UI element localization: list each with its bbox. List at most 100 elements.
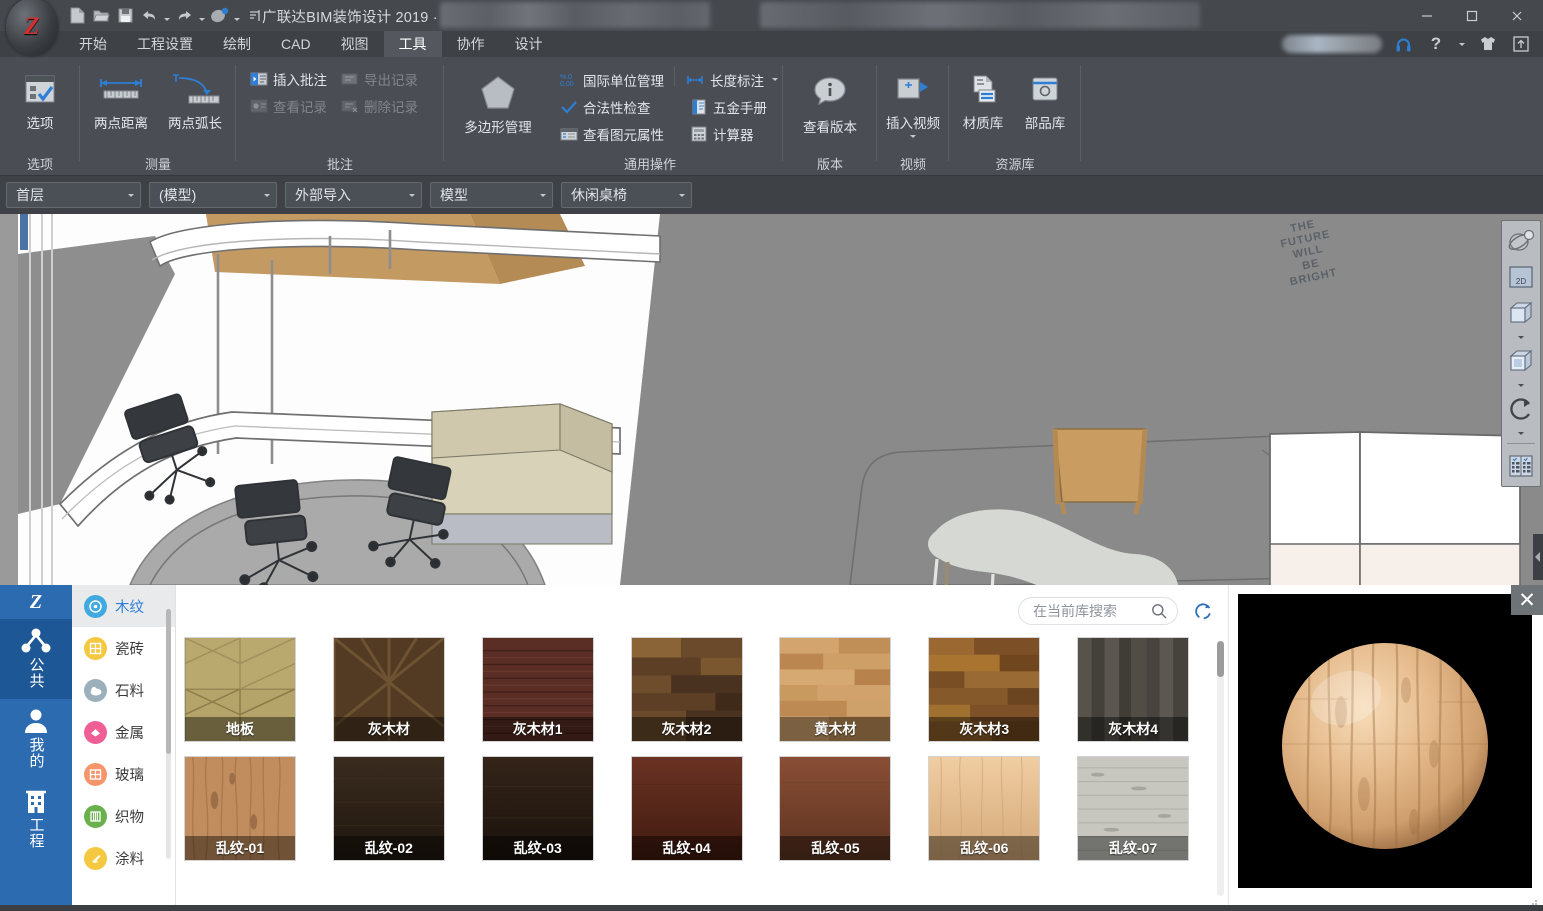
category-wood-label: 木纹	[115, 596, 144, 617]
rail-public[interactable]: 公共	[0, 619, 72, 699]
material-library-button[interactable]: 材质库	[953, 67, 1013, 132]
chevron-down-icon	[264, 194, 270, 197]
unit-manage-button[interactable]: %.00.00 国际单位管理	[556, 67, 668, 92]
undo-icon[interactable]	[138, 5, 160, 26]
open-file-icon[interactable]	[90, 5, 112, 26]
chevron-down-icon[interactable]	[772, 78, 778, 81]
material-swatch[interactable]: 地板	[184, 637, 296, 742]
preview-canvas[interactable]	[1238, 594, 1532, 888]
hardware-manual-button[interactable]: 五金手册	[686, 94, 771, 119]
material-swatch[interactable]: 乱纹-04	[631, 756, 743, 861]
material-swatch[interactable]: 灰木材1	[482, 637, 594, 742]
search-icon[interactable]	[1151, 603, 1167, 619]
category-stone[interactable]: 石料	[72, 669, 175, 711]
chevron-down-icon[interactable]	[1504, 380, 1538, 390]
view-version-button[interactable]: 查看版本	[789, 67, 871, 136]
material-swatch[interactable]: 乱纹-02	[333, 756, 445, 861]
redo-icon[interactable]	[173, 5, 195, 26]
close-button[interactable]	[1494, 0, 1539, 31]
material-swatch[interactable]: 乱纹-07	[1077, 756, 1189, 861]
render-settings-icon[interactable]	[1504, 449, 1538, 483]
material-swatch[interactable]: 乱纹-06	[928, 756, 1040, 861]
rail-project[interactable]: 工程	[0, 779, 72, 859]
options-button[interactable]: 选项	[9, 65, 71, 132]
rail-mine[interactable]: 我的	[0, 699, 72, 779]
source-select[interactable]: 外部导入	[285, 182, 422, 208]
panel-collapse-handle[interactable]	[1533, 534, 1543, 580]
model-viewport[interactable]: THE FUTURE WILL BE BRIGHT 2D	[0, 214, 1543, 585]
two-point-arc-button[interactable]: 两点弧长	[160, 65, 230, 132]
help-dropdown-icon[interactable]	[1457, 33, 1467, 55]
category-tile[interactable]: 瓷砖	[72, 627, 175, 669]
tab-tools[interactable]: 工具	[384, 31, 442, 57]
new-file-icon[interactable]	[66, 5, 88, 26]
shirt-icon[interactable]	[1476, 33, 1500, 55]
maximize-button[interactable]	[1449, 0, 1494, 31]
undo-dropdown[interactable]	[162, 6, 171, 26]
redo-dropdown[interactable]	[197, 6, 206, 26]
refresh-icon[interactable]	[1192, 600, 1214, 622]
insert-comment-button[interactable]: 插入批注	[246, 66, 331, 91]
view-record-button[interactable]: 查看记录	[246, 93, 331, 118]
chevron-down-icon[interactable]	[1504, 332, 1538, 342]
view-2d-icon[interactable]: 2D	[1504, 260, 1538, 294]
qat-more-dropdown[interactable]	[232, 6, 241, 26]
upload-icon[interactable]	[1509, 33, 1533, 55]
insert-video-button[interactable]: 插入视频	[880, 67, 946, 138]
element-properties-button[interactable]: 查看图元属性	[556, 121, 684, 146]
category-metal[interactable]: 金属	[72, 711, 175, 753]
material-grid-scrollbar[interactable]	[1217, 641, 1224, 896]
rail-public-label: 公共	[28, 657, 45, 689]
polygon-manage-button[interactable]: 多边形管理	[450, 65, 546, 146]
tab-project-settings[interactable]: 工程设置	[122, 31, 208, 57]
tab-draw[interactable]: 绘制	[208, 31, 266, 57]
help-icon[interactable]: ?	[1424, 33, 1448, 55]
material-swatch[interactable]: 灰木材2	[631, 637, 743, 742]
calculator-button[interactable]: 计算器	[686, 121, 758, 146]
rotate-icon[interactable]	[1504, 392, 1538, 426]
menu-tabs: 开始 工程设置 绘制 CAD 视图 工具 协作 设计	[64, 31, 558, 57]
object-select[interactable]: 休闲桌椅	[561, 182, 692, 208]
export-record-button[interactable]: 导出记录	[337, 66, 422, 91]
view-select[interactable]: (模型)	[149, 182, 277, 208]
category-glass[interactable]: 玻璃	[72, 753, 175, 795]
chevron-down-icon[interactable]	[1504, 428, 1538, 438]
legality-check-button[interactable]: 合法性检查	[556, 94, 684, 119]
render-icon[interactable]	[208, 5, 230, 26]
category-wood[interactable]: 木纹	[72, 585, 175, 627]
tab-design[interactable]: 设计	[500, 31, 558, 57]
length-dimension-button[interactable]: 长度标注	[681, 67, 782, 92]
tab-start[interactable]: 开始	[64, 31, 122, 57]
material-swatch[interactable]: 灰木材3	[928, 637, 1040, 742]
tab-collaborate[interactable]: 协作	[442, 31, 500, 57]
delete-record-button[interactable]: 删除记录	[337, 93, 422, 118]
material-swatch[interactable]: 乱纹-03	[482, 756, 594, 861]
search-box[interactable]	[1018, 597, 1178, 625]
material-swatch[interactable]: 乱纹-05	[779, 756, 891, 861]
headset-icon[interactable]	[1391, 33, 1415, 55]
type-select[interactable]: 模型	[430, 182, 553, 208]
search-input[interactable]	[1033, 603, 1143, 619]
save-icon[interactable]	[114, 5, 136, 26]
floor-select[interactable]: 首层	[6, 182, 141, 208]
tab-view[interactable]: 视图	[326, 31, 384, 57]
material-swatch[interactable]: 黄木材	[779, 637, 891, 742]
two-point-distance-button[interactable]: 两点距离	[86, 65, 156, 132]
box-view-icon[interactable]	[1504, 296, 1538, 330]
component-library-button[interactable]: 部品库	[1015, 67, 1075, 132]
material-label: 灰木材1	[483, 717, 593, 741]
ribbon: 选项 选项 两点距离 两点弧长 测量	[0, 57, 1543, 176]
tab-cad[interactable]: CAD	[266, 31, 326, 57]
material-swatch[interactable]: 灰木材4	[1077, 637, 1189, 742]
chevron-down-icon[interactable]	[910, 135, 916, 138]
building-icon	[21, 788, 51, 814]
minimize-button[interactable]	[1404, 0, 1449, 31]
category-fabric[interactable]: 织物	[72, 795, 175, 837]
material-swatch[interactable]: 乱纹-01	[184, 756, 296, 861]
category-scrollbar[interactable]	[166, 609, 171, 859]
orbit-icon[interactable]	[1504, 224, 1538, 258]
box-section-icon[interactable]	[1504, 344, 1538, 378]
material-swatch[interactable]: 灰木材	[333, 637, 445, 742]
close-panel-button[interactable]: ✕	[1511, 585, 1543, 615]
category-paint[interactable]: 涂料	[72, 837, 175, 879]
